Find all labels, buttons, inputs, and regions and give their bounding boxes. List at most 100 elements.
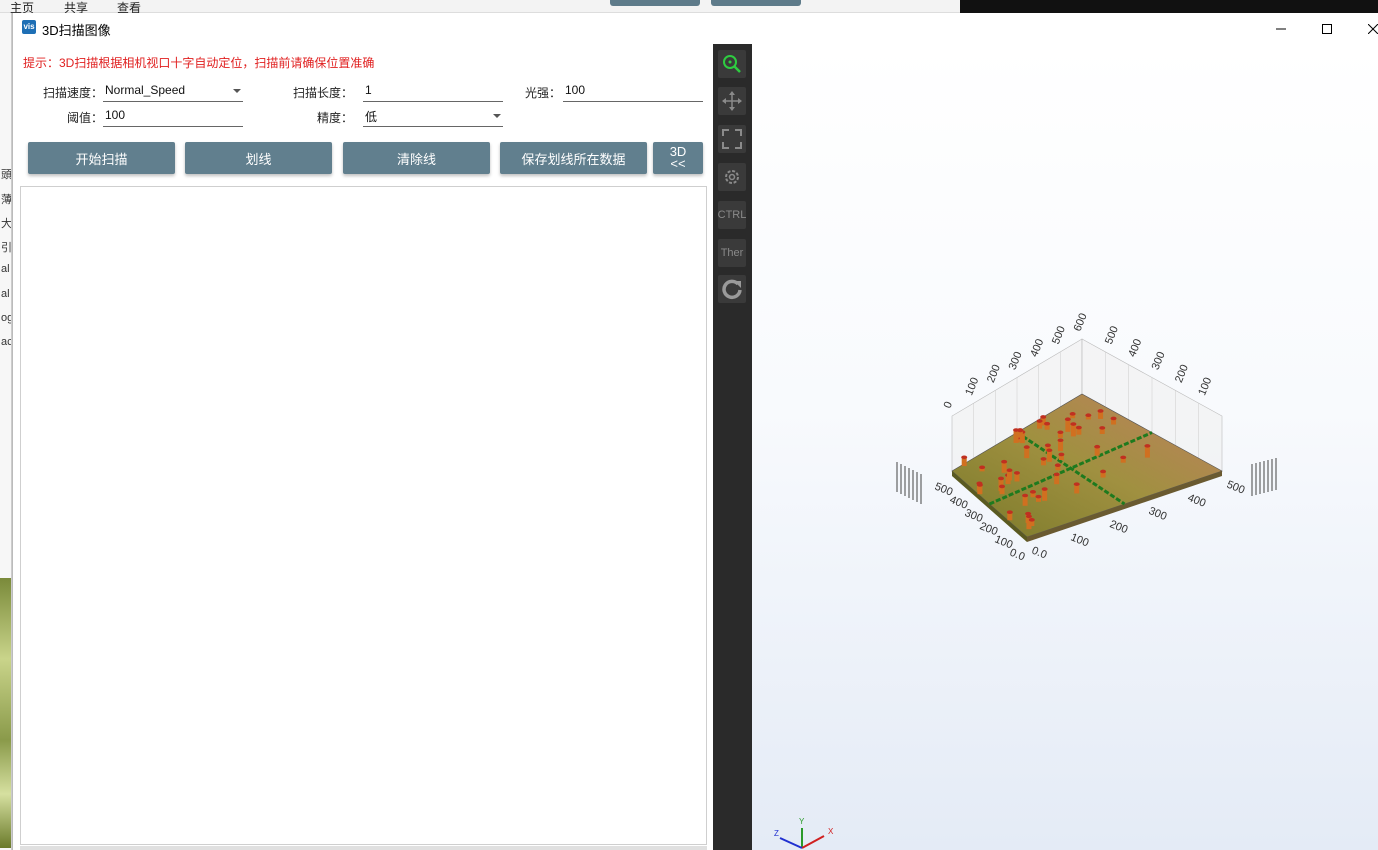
surface-peak [1100, 469, 1107, 474]
bg-text: al [1, 263, 10, 275]
bg-image [0, 578, 11, 848]
scan-hint: 提示：3D扫描根据相机视口十字自动定位，扫描前请确保位置准确 [23, 56, 375, 70]
surface-peak [998, 476, 1005, 481]
surface-peak [1110, 416, 1117, 421]
scan-image-canvas[interactable] [20, 186, 707, 845]
3d-viewer[interactable]: 0 100 200 300 400 500 600 500 400 300 200 100 500 400… [752, 44, 1378, 850]
surface-peak [1065, 419, 1071, 432]
maximize-icon [1322, 23, 1332, 34]
surface-peak [1044, 443, 1051, 448]
settings-icon [725, 170, 739, 184]
surface-peak [961, 455, 968, 460]
light-label: 光强： [524, 86, 561, 100]
triad-y-label: Y [799, 817, 805, 826]
window-title: 3D扫描图像 [42, 23, 111, 38]
tick-label: 0.0 [1008, 547, 1027, 564]
surface-peak [1057, 438, 1064, 443]
surface-peak [1070, 424, 1076, 437]
background-app-ribbon: 主页 共享 查看 [0, 0, 1378, 15]
threshold-label: 阈值： [66, 111, 103, 125]
toggle-3d-button[interactable]: 3D << [653, 142, 703, 174]
length-value: 1 [365, 83, 372, 97]
surface-peak [979, 465, 986, 470]
tick-label: 500 [1103, 324, 1121, 346]
surface-peak [1040, 415, 1047, 419]
tick-label: 200 [1108, 518, 1130, 536]
chevron-down-icon [493, 114, 501, 118]
bg-button [610, 0, 700, 6]
tick-label: 100 [1196, 376, 1214, 398]
tick-label: 400 [1126, 337, 1144, 359]
triad-z-axis [779, 837, 803, 849]
bg-text: 引 [1, 242, 12, 254]
3d-surface-plot[interactable]: 0100200300400500600500400300200100500400… [752, 44, 1378, 850]
surface-peak [999, 484, 1006, 489]
tick-label: 100 [963, 376, 981, 398]
reset-view-button[interactable] [718, 275, 746, 303]
theme-toggle-button[interactable]: Ther [718, 239, 746, 267]
close-button[interactable] [1350, 13, 1378, 44]
speed-select[interactable]: Normal_Speed [103, 80, 243, 102]
tick-label: 200 [1173, 363, 1191, 385]
title-bar[interactable]: vis 3D扫描图像 [13, 13, 1378, 44]
speed-value: Normal_Speed [105, 83, 186, 97]
length-label: 扫描长度： [292, 86, 353, 100]
clear-line-button[interactable]: 清除线 [343, 142, 490, 174]
bg-text: 頭 [1, 169, 12, 181]
tick-label: 0.0 [1030, 545, 1049, 562]
threshold-input[interactable]: 100 [103, 105, 243, 127]
surface-peak [1006, 510, 1013, 515]
surface-peak [1028, 518, 1035, 522]
surface-peak [1097, 409, 1104, 413]
save-line-data-button[interactable]: 保存划线所在数据 [500, 142, 647, 174]
light-value: 100 [565, 83, 586, 97]
horizontal-scrollbar[interactable] [20, 846, 707, 850]
minimize-icon [1276, 28, 1286, 29]
surface-peak [1013, 471, 1020, 475]
tick-label: 300 [1007, 350, 1025, 372]
start-scan-button[interactable]: 开始扫描 [28, 142, 175, 174]
background-app-sidebar: 頭 薄 大 引 al al og ac [0, 13, 12, 850]
bg-text: 大 [1, 218, 12, 230]
screen: 主页 共享 查看 頭 薄 大 引 al al og ac vis 3D扫描图像 [0, 0, 1378, 850]
light-input[interactable]: 100 [563, 80, 703, 102]
bg-dark-strip [960, 0, 1378, 13]
fit-icon [722, 129, 742, 149]
surface-peak [1001, 459, 1008, 464]
length-input[interactable]: 1 [363, 80, 503, 102]
surface-peak [1144, 444, 1151, 448]
bg-text: 薄 [1, 194, 12, 206]
surface-peak [1017, 428, 1024, 433]
bg-text: al [1, 288, 10, 300]
surface-peak [1073, 482, 1080, 486]
draw-line-button[interactable]: 划线 [185, 142, 332, 174]
surface-peak [1064, 417, 1071, 422]
threshold-value: 100 [105, 108, 126, 122]
settings-button[interactable] [718, 163, 746, 191]
precision-label: 精度： [316, 111, 353, 125]
collapse-arrows-label: << [670, 156, 686, 171]
surface-peak [1006, 468, 1013, 473]
ctrl-toggle-button[interactable]: CTRL [718, 201, 746, 229]
surface-peak [1022, 493, 1029, 498]
reset-icon [722, 279, 742, 300]
zoom-icon [723, 55, 741, 73]
maximize-button[interactable] [1304, 13, 1350, 44]
surface-peak [1041, 487, 1048, 491]
zoom-tool-button[interactable] [718, 50, 746, 78]
surface-peak [1054, 463, 1061, 468]
tick-label: 0 [942, 400, 955, 410]
axis-triad: X Y Z [774, 817, 834, 849]
bg-text: ac [1, 336, 12, 348]
triad-z-label: Z [774, 829, 779, 838]
move-tool-button[interactable] [718, 87, 746, 115]
surface-peak [1046, 448, 1053, 453]
scan-3d-window: vis 3D扫描图像 提示：3D扫描根据相机视口十字自动定位，扫描前请确保位置准… [12, 13, 1378, 850]
surface-peak [1070, 422, 1077, 426]
surface-peak [1069, 412, 1076, 416]
minimize-button[interactable] [1258, 13, 1304, 44]
precision-select[interactable]: 低 [363, 105, 503, 127]
close-icon [1368, 23, 1378, 34]
triad-x-label: X [828, 827, 834, 836]
fit-view-button[interactable] [718, 125, 746, 153]
